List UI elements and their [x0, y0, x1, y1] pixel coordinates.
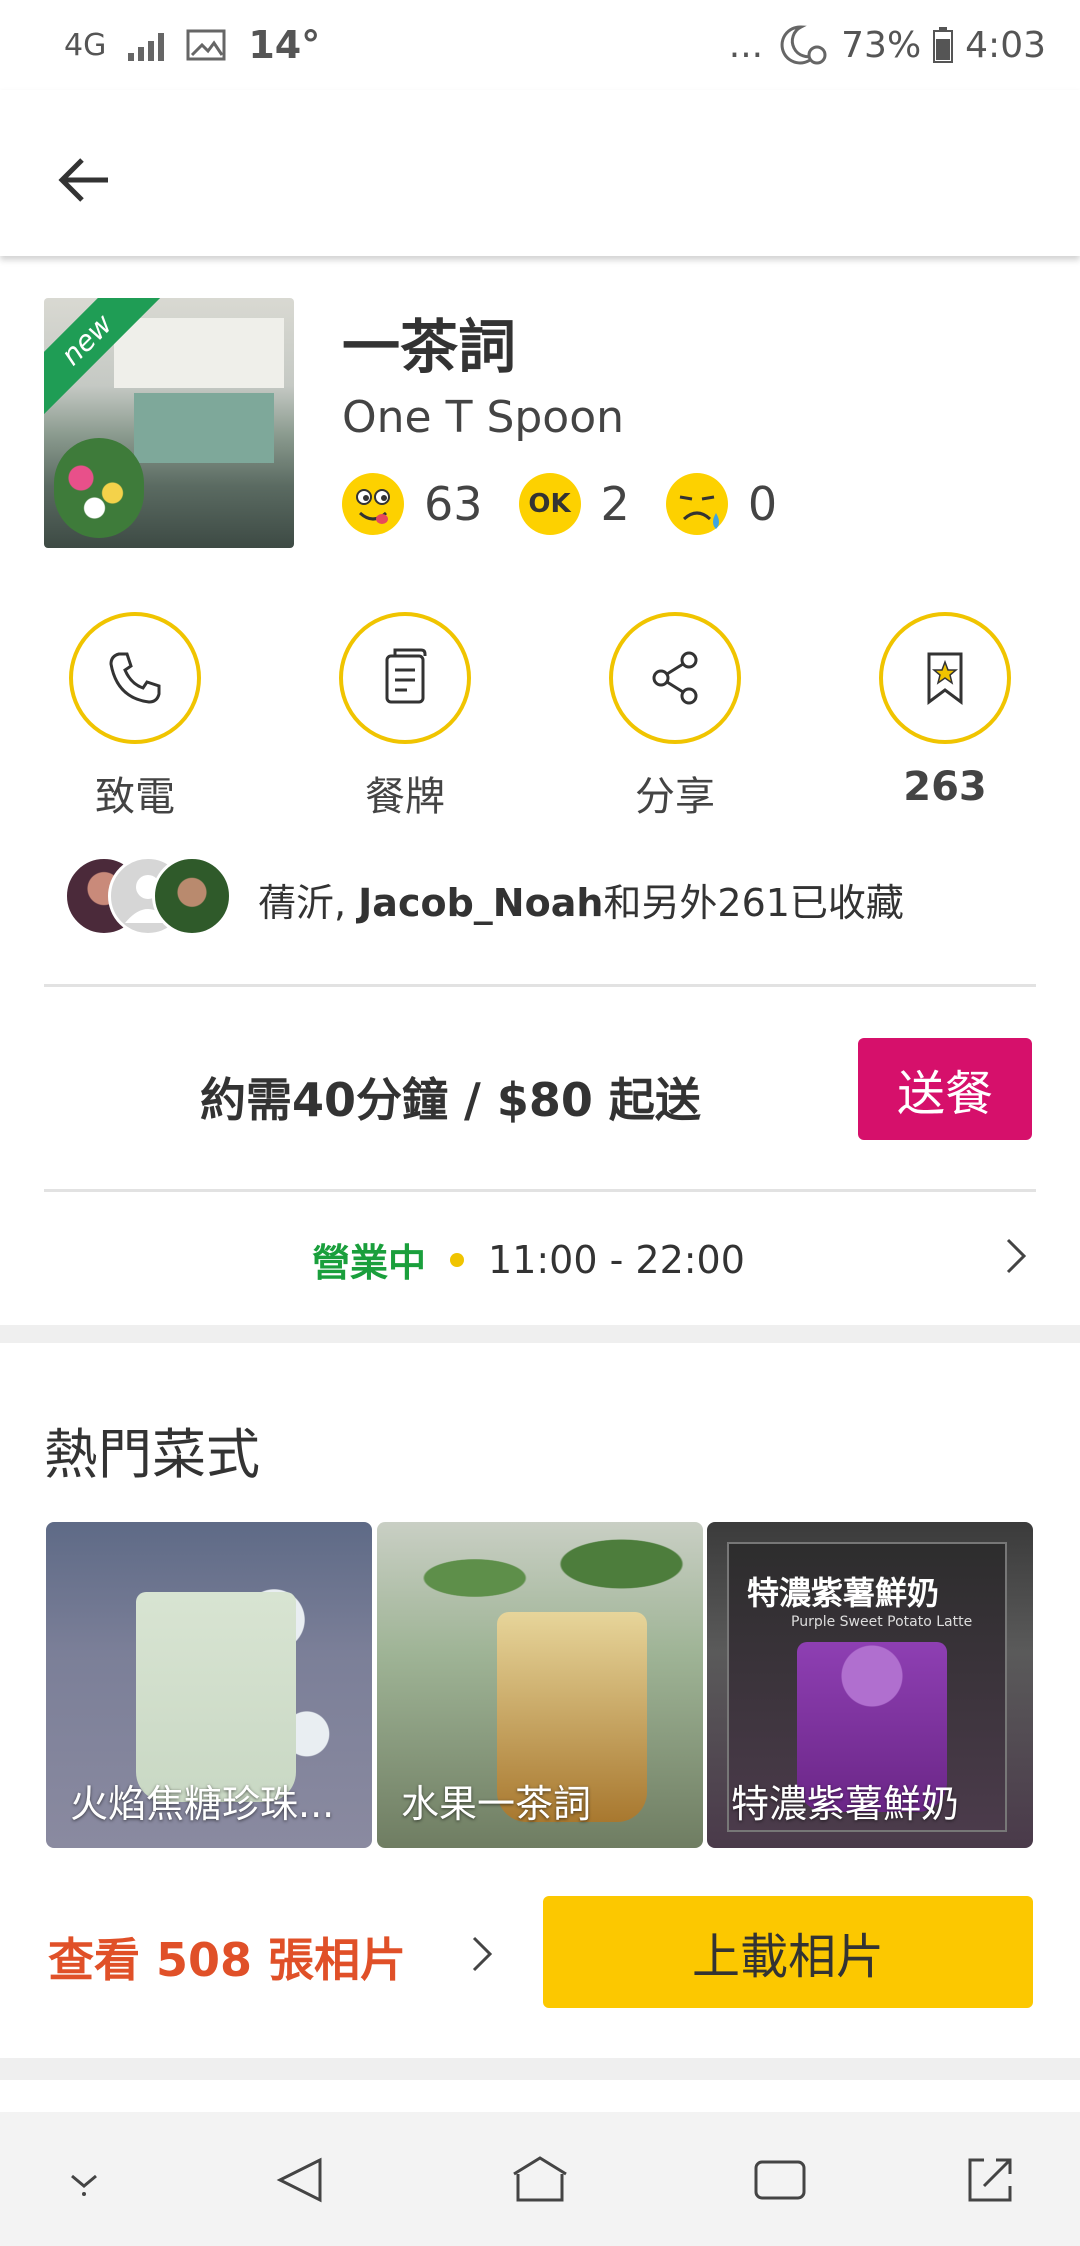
- overflow-dots: ...: [728, 24, 764, 66]
- image-icon: [186, 29, 226, 61]
- system-nav-bar: [0, 2112, 1080, 2246]
- shop-window-graphic: [134, 393, 274, 463]
- upload-photo-button[interactable]: 上載相片: [543, 1896, 1033, 2008]
- triangle-back-icon: [276, 2157, 322, 2203]
- sad-face-icon: [665, 473, 728, 535]
- section-separator: [0, 1325, 1080, 1343]
- good-count: 63: [424, 477, 483, 531]
- section-separator: [0, 2058, 1080, 2080]
- restaurant-photo[interactable]: new: [44, 298, 294, 548]
- nav-expand-button[interactable]: [958, 2148, 1022, 2212]
- menu-button[interactable]: [339, 612, 471, 744]
- delivery-button[interactable]: 送餐: [858, 1038, 1032, 1140]
- phone-icon: [109, 652, 161, 704]
- restaurant-name: 一茶詞: [342, 313, 517, 381]
- restaurant-english-name: One T Spoon: [342, 392, 625, 443]
- opening-hours[interactable]: 營業中 11:00 - 22:00: [312, 1232, 745, 1287]
- menu-action[interactable]: 餐牌: [338, 612, 472, 822]
- chevron-right-icon[interactable]: [1004, 1236, 1028, 1276]
- bookmarker-suffix: 和另外261已收藏: [603, 881, 904, 925]
- temperature: 14°: [248, 23, 321, 67]
- recents-icon: [754, 2160, 806, 2200]
- shop-sign-graphic: [114, 318, 284, 388]
- battery-icon: [933, 27, 954, 63]
- expand-icon: [968, 2158, 1012, 2202]
- call-button[interactable]: [69, 612, 201, 744]
- delivery-info: 約需40分鐘 / $80 起送: [200, 1073, 701, 1127]
- moon-alarm-icon: [780, 25, 827, 65]
- divider: [44, 1189, 1036, 1192]
- call-action[interactable]: 致電: [68, 612, 202, 822]
- home-icon: [513, 2156, 567, 2202]
- chevron-right-icon[interactable]: [470, 1934, 494, 1974]
- ok-count: 2: [600, 477, 630, 531]
- sign-subtitle: Purple Sweet Potato Latte: [791, 1614, 973, 1630]
- back-button[interactable]: [44, 140, 124, 220]
- signal-icon: [128, 29, 165, 61]
- dish-card[interactable]: 火焰焦糖珍珠...: [46, 1522, 372, 1848]
- dish-name: 水果一茶詞: [401, 1782, 592, 1826]
- status-dot: [450, 1252, 465, 1267]
- nav-home-button[interactable]: [508, 2148, 572, 2212]
- network-indicator: 4G: [64, 27, 107, 63]
- nav-recents-button[interactable]: [748, 2148, 812, 2212]
- hours-time: 11:00 - 22:00: [488, 1237, 745, 1282]
- bookmark-action[interactable]: 263: [878, 612, 1012, 810]
- nav-collapse-button[interactable]: [52, 2148, 116, 2212]
- open-status: 營業中: [312, 1241, 427, 1285]
- smile-face-icon: [342, 473, 404, 535]
- popular-dishes-title: 熱門菜式: [44, 1423, 260, 1486]
- call-label: 致電: [95, 774, 175, 820]
- ratings-row: 63 OK 2 0: [342, 472, 813, 536]
- dish-card[interactable]: 水果一茶詞: [377, 1522, 703, 1848]
- dish-card[interactable]: 特濃紫薯鮮奶 Purple Sweet Potato Latte 特濃紫薯鮮奶: [707, 1522, 1033, 1848]
- rating-ok: OK 2: [518, 473, 630, 535]
- rating-bad: 0: [665, 473, 778, 535]
- bookmarker-avatars[interactable]: [64, 856, 234, 938]
- flowers-graphic: [54, 438, 144, 538]
- bookmarker-names: 蒨沂,: [258, 881, 359, 925]
- share-icon: [652, 651, 698, 705]
- sign-title: 特濃紫薯鮮奶: [747, 1574, 940, 1612]
- bookmark-icon: [927, 652, 963, 705]
- back-arrow-icon: [58, 158, 108, 202]
- menu-icon: [385, 648, 427, 704]
- ok-face-icon: OK: [518, 473, 581, 535]
- app-bar: [0, 90, 1080, 256]
- bookmark-count: 263: [903, 764, 987, 810]
- status-right: ... 73% 4:03: [729, 20, 1046, 70]
- battery-level: 73%: [841, 24, 922, 66]
- bookmarked-by-text[interactable]: 蒨沂, Jacob_Noah和另外261已收藏: [258, 872, 904, 927]
- rating-good: 63: [342, 473, 483, 535]
- menu-label: 餐牌: [365, 774, 445, 820]
- chevron-down-icon: [71, 2174, 97, 2196]
- status-left: 4G 14°: [64, 20, 320, 70]
- bookmarker-highlight: Jacob_Noah: [358, 881, 604, 925]
- divider: [44, 984, 1036, 987]
- share-label: 分享: [635, 774, 715, 820]
- nav-back-button[interactable]: [268, 2148, 332, 2212]
- drink-cup-graphic: [136, 1592, 296, 1802]
- view-photos-link[interactable]: 查看 508 張相片: [48, 1924, 406, 1990]
- avatar: [152, 856, 232, 936]
- share-button[interactable]: [609, 612, 741, 744]
- dish-name: 特濃紫薯鮮奶: [731, 1782, 960, 1826]
- share-action[interactable]: 分享: [608, 612, 742, 822]
- status-bar: 4G 14° ... 73% 4:03: [0, 0, 1080, 90]
- dish-name: 火焰焦糖珍珠...: [70, 1782, 335, 1826]
- bad-count: 0: [747, 477, 778, 531]
- bookmark-button[interactable]: [879, 612, 1011, 744]
- clock: 4:03: [965, 24, 1046, 66]
